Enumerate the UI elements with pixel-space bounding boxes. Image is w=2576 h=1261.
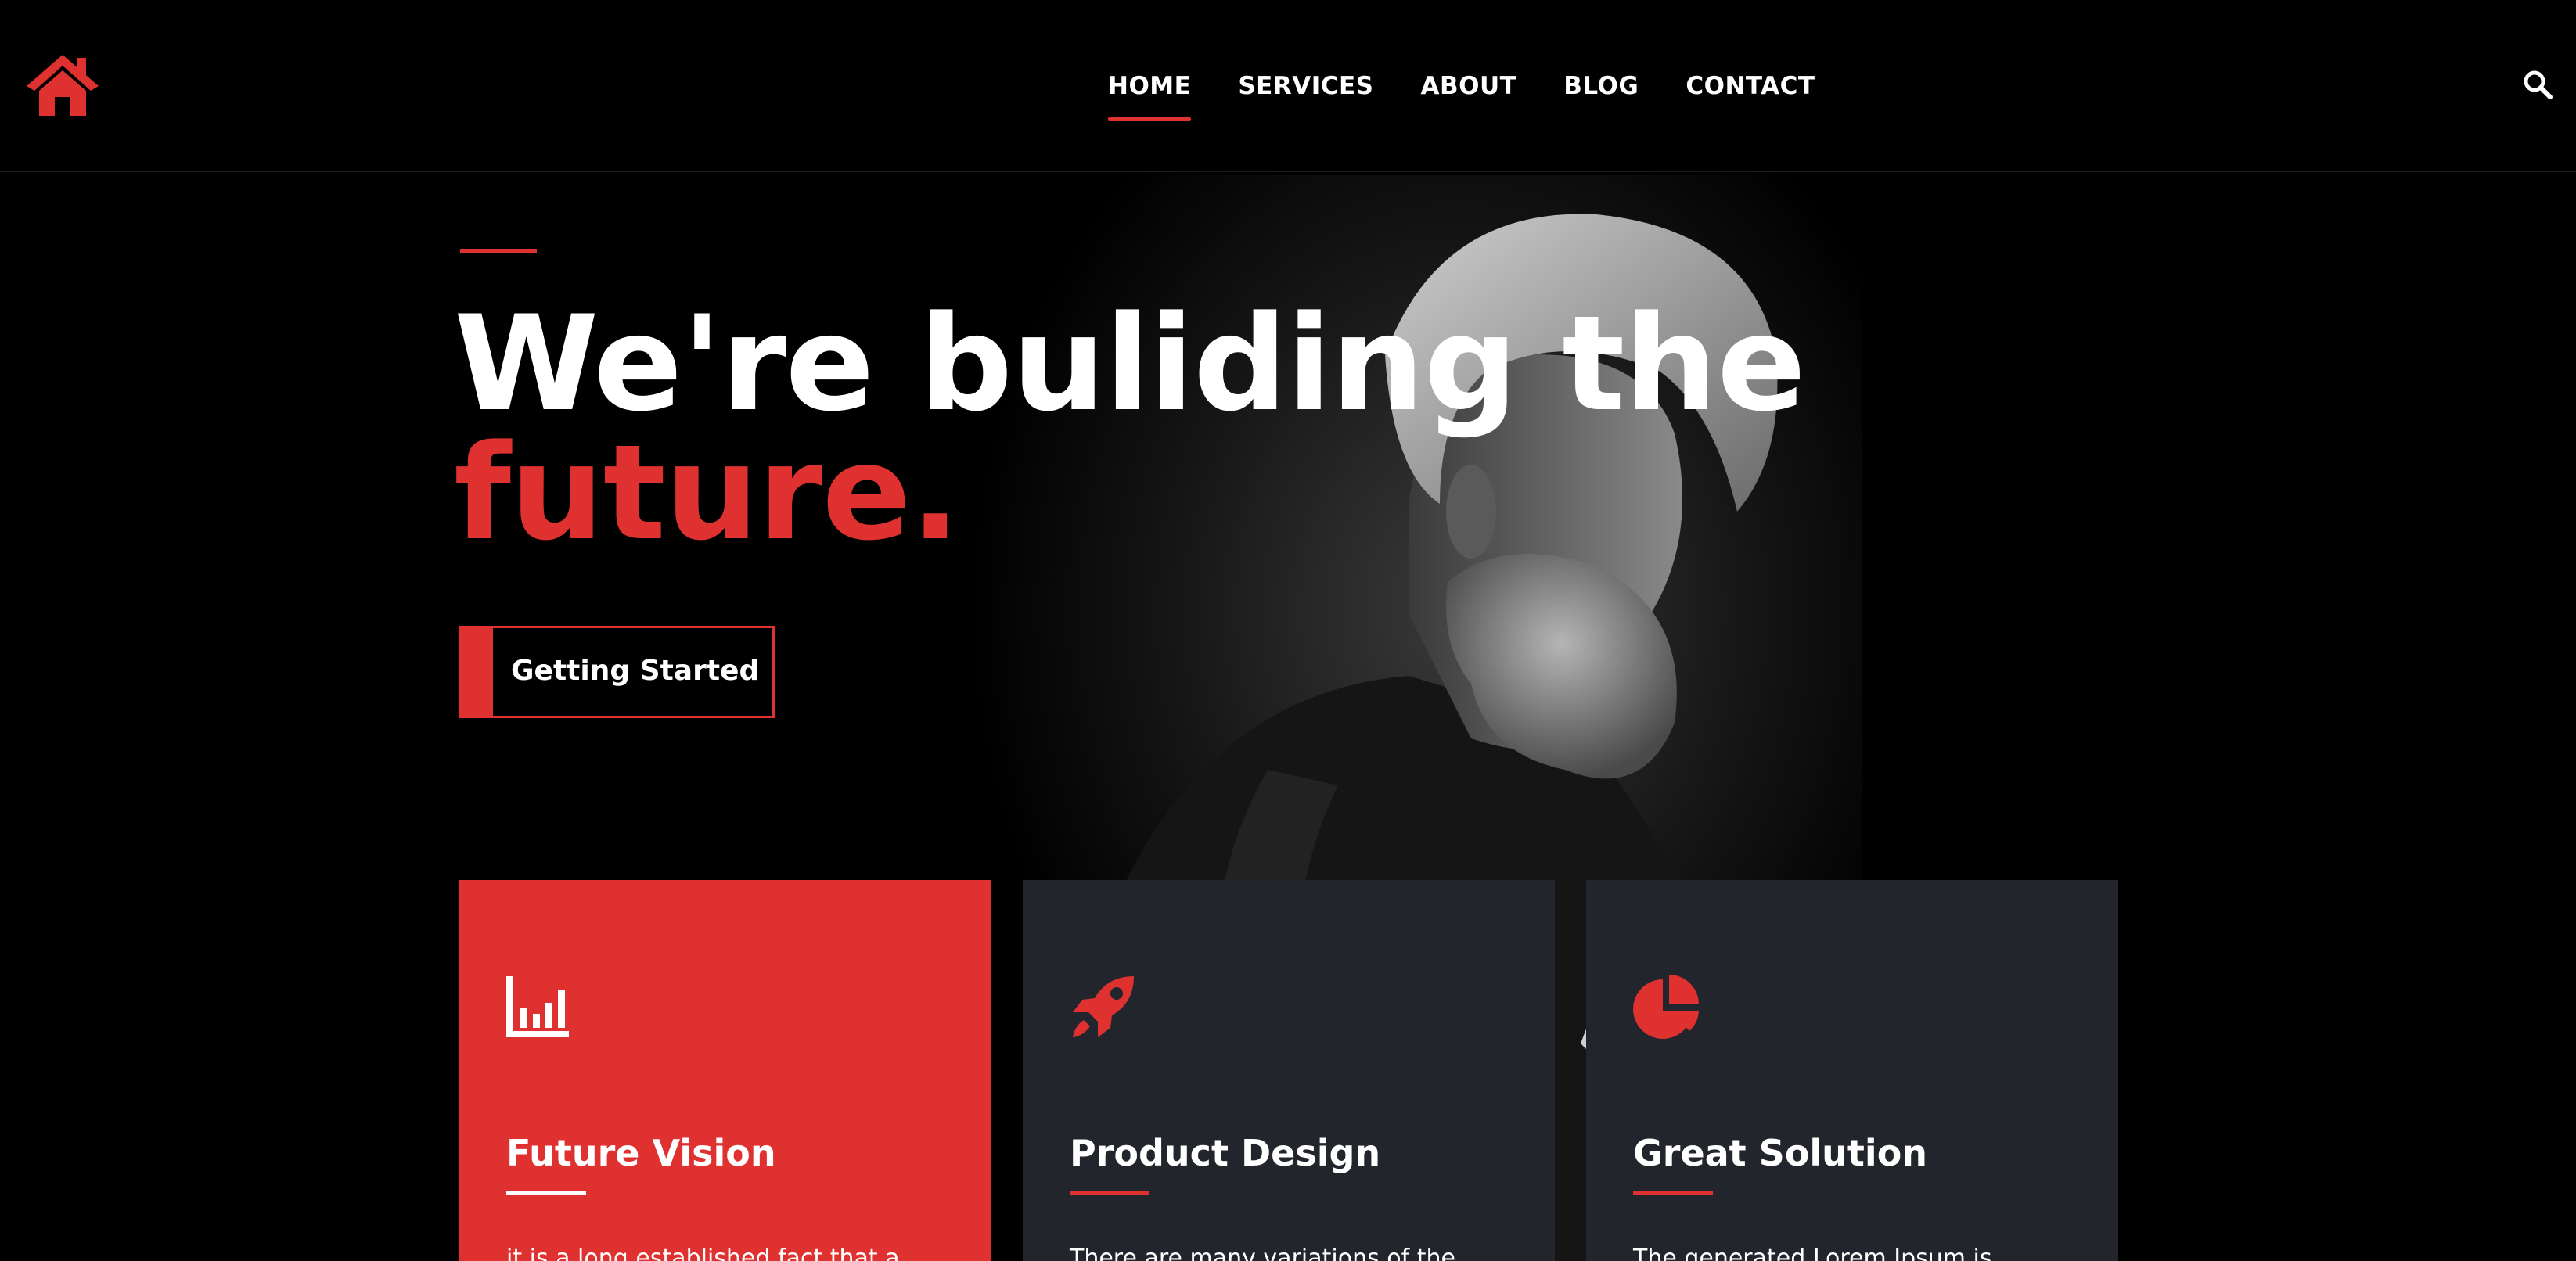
card-title: Great Solution: [1633, 1132, 1928, 1174]
card-text: it is a long established fact that a: [506, 1245, 900, 1261]
feature-card-great-solution[interactable]: Great Solution The generated Lorem Ipsum…: [1586, 880, 2118, 1261]
feature-card-product-design[interactable]: Product Design There are many variations…: [1023, 880, 1555, 1261]
site-header: HOME SERVICES ABOUT BLOG CONTACT: [0, 0, 2576, 172]
pie-chart-icon: [1633, 975, 1699, 1039]
nav-home[interactable]: HOME: [1108, 69, 1192, 121]
card-text: The generated Lorem Ipsum is: [1633, 1245, 1992, 1261]
nav-contact[interactable]: CONTACT: [1686, 69, 1815, 103]
nav-blog[interactable]: BLOG: [1563, 69, 1639, 103]
button-label: Getting Started: [511, 655, 760, 687]
button-accent-bar: [462, 628, 493, 716]
getting-started-button[interactable]: Getting Started: [459, 626, 775, 718]
card-title: Product Design: [1070, 1132, 1381, 1174]
search-icon[interactable]: [2522, 69, 2553, 100]
house-icon[interactable]: [23, 52, 102, 117]
feature-card-future-vision[interactable]: Future Vision it is a long established f…: [459, 880, 991, 1261]
bar-chart-icon: [506, 976, 569, 1037]
hero-heading-line2: future.: [454, 416, 960, 569]
card-title: Future Vision: [506, 1132, 776, 1174]
hero-accent-rule: [460, 249, 537, 253]
hero-heading-line1: We're buliding the: [454, 287, 1806, 440]
main-nav: HOME SERVICES ABOUT BLOG CONTACT: [1108, 69, 1815, 121]
card-text: There are many variations of the: [1070, 1245, 1455, 1261]
card-underline: [1070, 1191, 1149, 1195]
rocket-icon: [1073, 976, 1134, 1037]
nav-about[interactable]: ABOUT: [1420, 69, 1516, 103]
card-underline: [1633, 1191, 1713, 1195]
card-underline: [506, 1191, 586, 1195]
page: HOME SERVICES ABOUT BLOG CONTACT We're b…: [0, 0, 2576, 1261]
nav-services[interactable]: SERVICES: [1238, 69, 1373, 103]
